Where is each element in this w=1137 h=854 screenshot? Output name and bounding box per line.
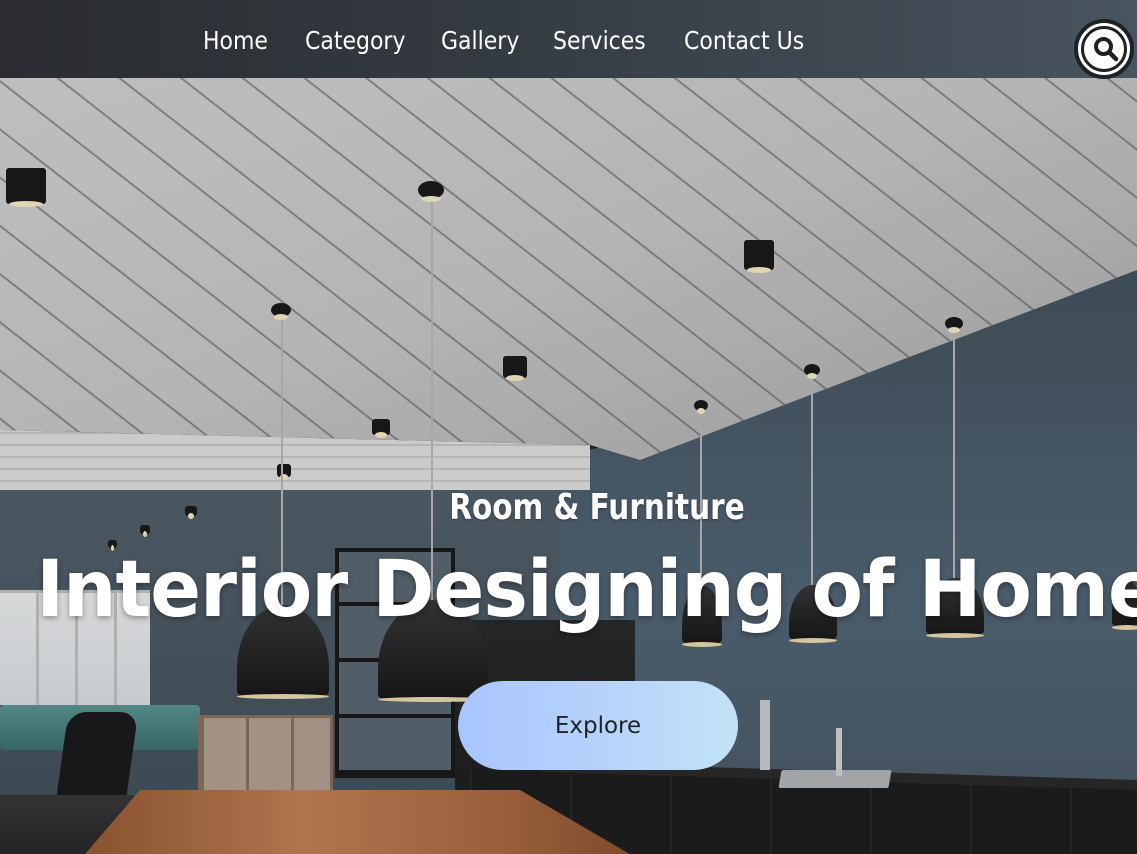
nav-link-contact-us[interactable]: Contact Us bbox=[684, 28, 804, 53]
nav-link-home[interactable]: Home bbox=[203, 28, 268, 53]
explore-button[interactable]: Explore bbox=[458, 681, 738, 770]
nav-links: Home Category Gallery Services Contact U… bbox=[203, 28, 804, 53]
nav-link-category[interactable]: Category bbox=[305, 28, 405, 53]
hero-title: Interior Designing of Home bbox=[36, 545, 1137, 635]
nav-link-gallery[interactable]: Gallery bbox=[441, 28, 519, 53]
nav-link-services[interactable]: Services bbox=[553, 28, 646, 53]
top-navbar: Home Category Gallery Services Contact U… bbox=[0, 0, 1137, 78]
hero-subtitle: Room & Furniture bbox=[449, 487, 745, 528]
search-icon bbox=[1094, 37, 1119, 62]
page: Home Category Gallery Services Contact U… bbox=[0, 0, 1137, 854]
search-button[interactable] bbox=[1074, 19, 1134, 79]
